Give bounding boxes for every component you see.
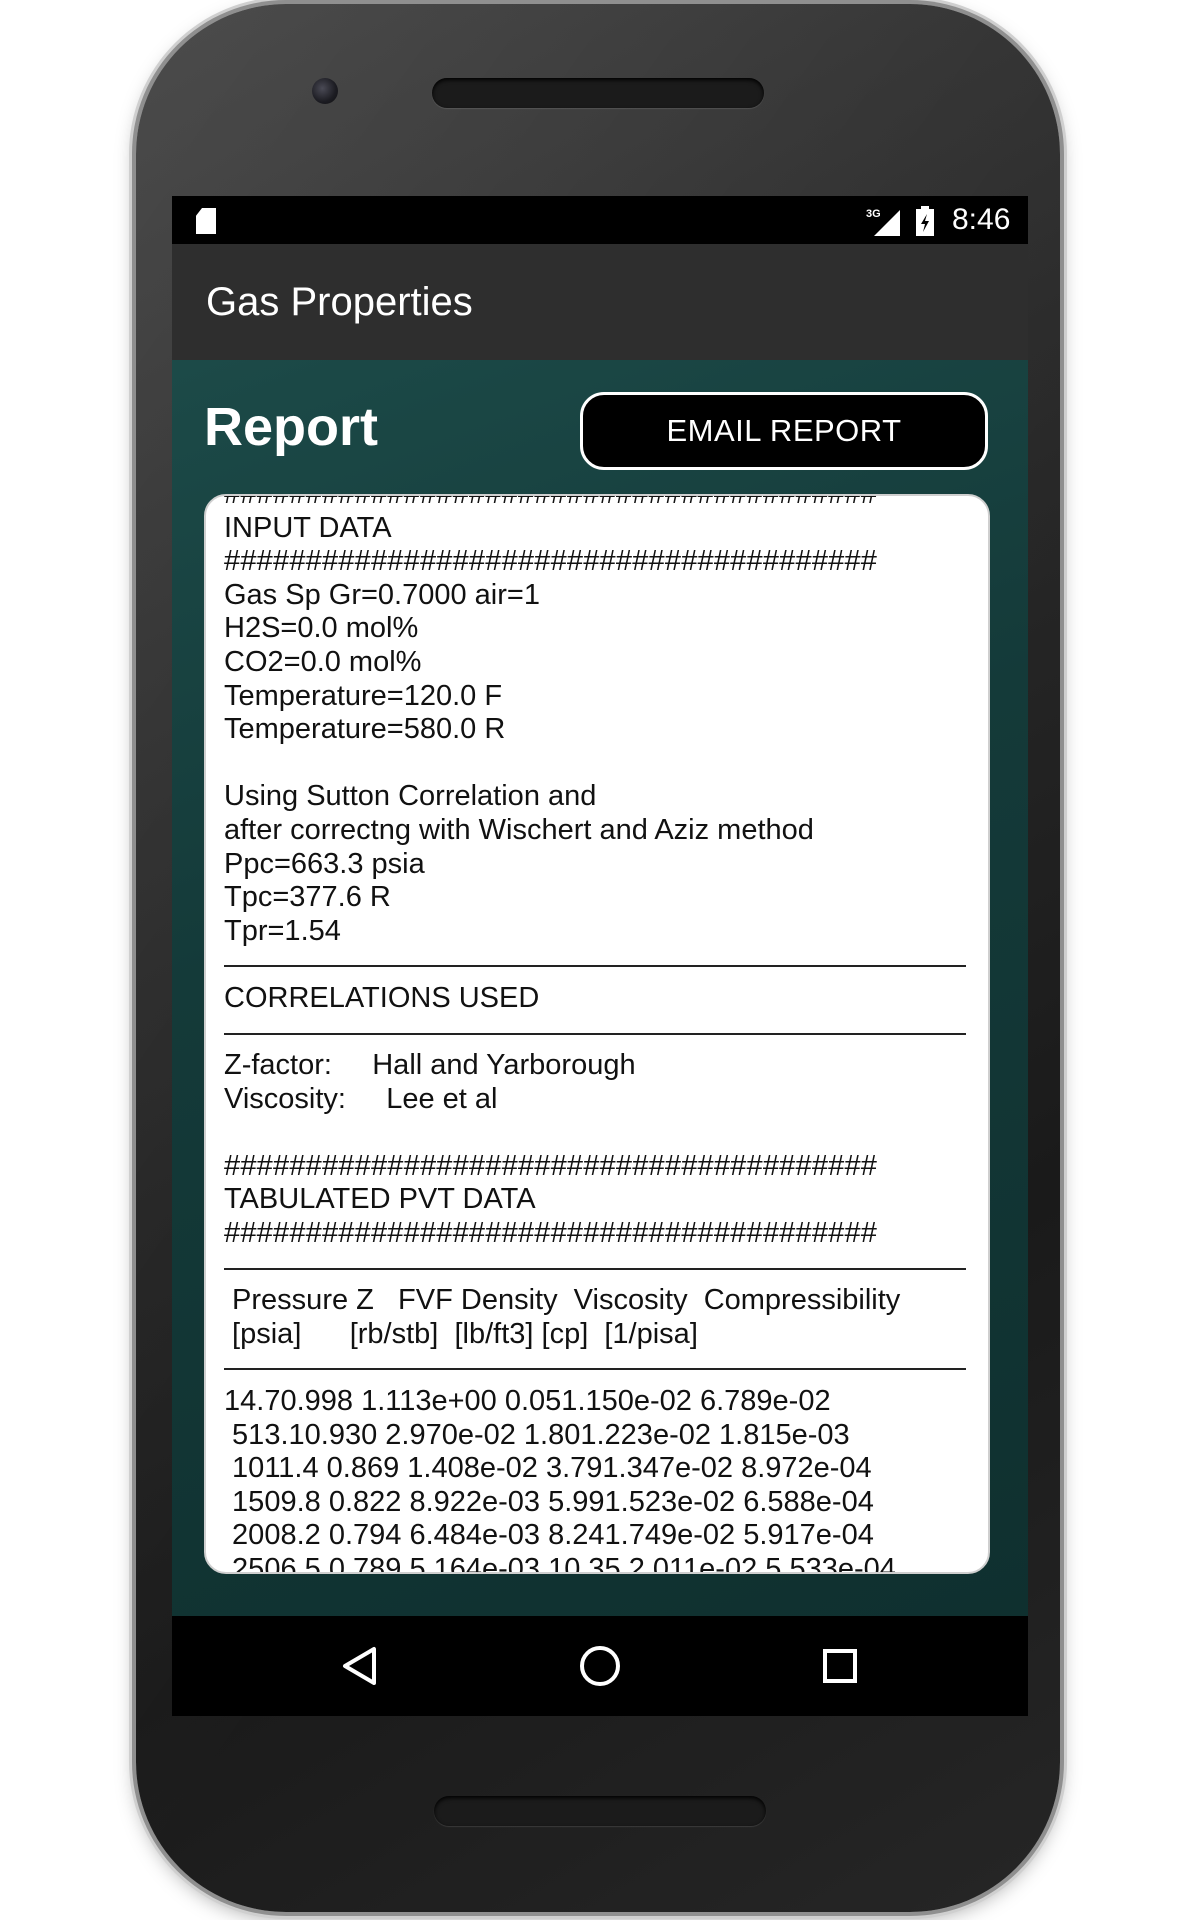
back-icon[interactable] (340, 1646, 380, 1686)
report-line: 2506.5 0.789 5.164e-03 10.35 2.011e-02 5… (224, 1553, 896, 1574)
report-divider (224, 948, 988, 982)
report-line: Gas Sp Gr=0.7000 air=1 (224, 578, 540, 611)
report-line: Ppc=663.3 psia (224, 847, 425, 880)
report-line: 1011.4 0.869 1.408e-02 3.791.347e-02 8.9… (224, 1452, 872, 1485)
report-line: Tpc=377.6 R (224, 881, 391, 914)
report-hash-line: ######################################## (224, 1217, 878, 1250)
front-camera (312, 78, 338, 104)
report-line: [psia] [rb/stb] [lb/ft3] [cp] [1/pisa] (224, 1317, 698, 1350)
report-line: INPUT DATA (224, 511, 392, 544)
report-hash-line: ######################################## (224, 494, 878, 510)
report-line: Using Sutton Correlation and (224, 780, 597, 813)
report-line: TABULATED PVT DATA (224, 1183, 536, 1216)
sd-card-icon (196, 208, 216, 234)
report-line: CORRELATIONS USED (224, 981, 540, 1014)
report-line: Temperature=120.0 F (224, 679, 503, 712)
email-report-button[interactable]: EMAIL REPORT (580, 392, 988, 470)
top-speaker (432, 78, 764, 108)
report-line: 2008.2 0.794 6.484e-03 8.241.749e-02 5.9… (224, 1519, 874, 1552)
report-text: ########################################… (224, 494, 988, 1574)
report-line: 513.10.930 2.970e-02 1.801.223e-02 1.815… (224, 1418, 850, 1451)
report-line: Z-factor: Hall and Yarborough (224, 1049, 636, 1082)
report-line: Pressure Z FVF Density Viscosity Compres… (224, 1284, 901, 1317)
navigation-bar (172, 1616, 1028, 1716)
report-divider (224, 1251, 988, 1285)
report-line (224, 1116, 988, 1150)
report-line: CO2=0.0 mol% (224, 645, 422, 678)
recents-icon[interactable] (820, 1646, 860, 1686)
status-clock: 8:46 (952, 203, 1011, 236)
report-title: Report (204, 397, 378, 457)
report-divider (224, 1351, 988, 1385)
status-bar: 3G 8:46 (172, 196, 1028, 244)
report-line: 1509.8 0.822 8.922e-03 5.991.523e-02 6.5… (224, 1485, 874, 1518)
signal-3g-icon: 3G (866, 208, 900, 236)
report-line: H2S=0.0 mol% (224, 612, 419, 645)
report-text-area[interactable]: ########################################… (204, 494, 990, 1574)
report-line: 14.70.998 1.113e+00 0.051.150e-02 6.789e… (224, 1385, 831, 1418)
network-type-label: 3G (866, 208, 881, 220)
report-line: Viscosity: Lee et al (224, 1082, 498, 1115)
app-bar: Gas Properties (172, 244, 1028, 360)
report-screen: Report EMAIL REPORT ####################… (172, 360, 1028, 1616)
report-hash-line: ######################################## (224, 1149, 878, 1182)
app-title: Gas Properties (206, 280, 473, 324)
device-frame-canvas: 3G 8:46 Gas Properties Report EMAIL REPO… (0, 0, 1200, 1920)
report-line (224, 747, 988, 781)
report-hash-line: ######################################## (224, 545, 878, 578)
screen: 3G 8:46 Gas Properties Report EMAIL REPO… (172, 196, 1028, 1716)
battery-icon (916, 206, 934, 236)
home-icon[interactable] (578, 1644, 622, 1688)
bottom-speaker (434, 1796, 766, 1826)
report-divider (224, 1016, 988, 1050)
report-line: Temperature=580.0 R (224, 713, 506, 746)
report-line: after correctng with Wischert and Aziz m… (224, 813, 814, 846)
report-line: Tpr=1.54 (224, 914, 341, 947)
